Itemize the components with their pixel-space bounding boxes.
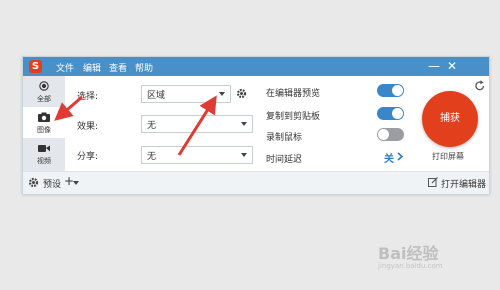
watermark-url: jingyan.baidu.com bbox=[378, 262, 443, 270]
annotation-arrow bbox=[54, 95, 83, 121]
watermark: Bai经验 jingyan.baidu.com bbox=[378, 240, 443, 270]
annotation-arrow bbox=[177, 95, 217, 156]
watermark-text: Bai经验 bbox=[378, 244, 439, 263]
